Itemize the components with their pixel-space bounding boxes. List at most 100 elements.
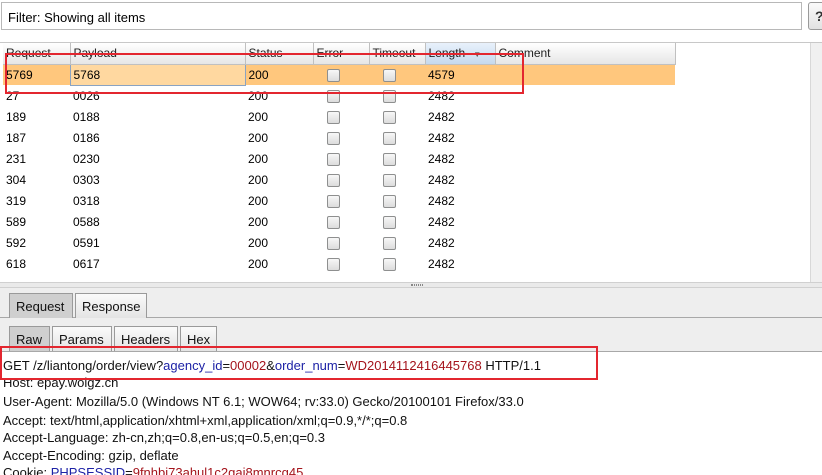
timeout-checkbox[interactable] [383,215,396,229]
timeout-checkbox[interactable] [383,257,396,271]
cell-length: 2482 [428,109,455,124]
cell-comment [495,253,675,274]
cell-timeout [369,169,425,190]
highlight-box-selected-row [5,53,524,94]
cell-length: 2482 [428,151,455,166]
cell-length: 2482 [428,193,455,208]
table-row[interactable]: 592 0591 200 2482 [3,232,675,253]
timeout-checkbox[interactable] [383,110,396,124]
error-checkbox[interactable] [327,194,340,208]
table-row[interactable]: 231 0230 200 2482 [3,148,675,169]
cell-length: 2482 [428,235,455,250]
cell-error [313,253,369,274]
cell-timeout [369,127,425,148]
cell-length: 2482 [428,130,455,145]
tab-response[interactable]: Response [75,293,147,318]
error-checkbox[interactable] [327,173,340,187]
header-accept-language: Accept-Language: zh-cn,zh;q=0.8,en-us;q=… [3,430,325,445]
cell-request: 189 [6,109,27,124]
table-row[interactable]: 304 0303 200 2482 [3,169,675,190]
table-row[interactable]: 618 0617 200 2482 [3,253,675,274]
table-row[interactable]: 589 0588 200 2482 [3,211,675,232]
error-checkbox[interactable] [327,215,340,229]
cell-error [313,211,369,232]
cell-payload: 0588 [73,214,100,229]
cell-error [313,148,369,169]
cell-error [313,106,369,127]
error-checkbox[interactable] [327,131,340,145]
tab-request[interactable]: Request [9,293,73,318]
cell-comment [495,127,675,148]
help-button[interactable]: ? [808,2,822,30]
cell-length: 2482 [428,172,455,187]
cell-comment [495,106,675,127]
cell-payload: 0188 [73,109,100,124]
error-checkbox[interactable] [327,236,340,250]
cookie-value: 9fnhbi73ahul1c2gai8mnrcg45 [132,465,304,475]
cell-error [313,169,369,190]
cookie-key: PHPSESSID [50,465,126,475]
table-row[interactable]: 187 0186 200 2482 [3,127,675,148]
cell-status: 200 [248,172,269,187]
cell-payload: 0303 [73,172,100,187]
timeout-checkbox[interactable] [383,152,396,166]
timeout-checkbox[interactable] [383,131,396,145]
table-row[interactable]: 319 0318 200 2482 [3,190,675,211]
cell-payload: 0186 [73,130,100,145]
cell-error [313,190,369,211]
cell-length: 2482 [428,214,455,229]
cell-status: 200 [248,151,269,166]
cell-request: 187 [6,130,27,145]
cell-error [313,232,369,253]
cell-comment [495,232,675,253]
timeout-checkbox[interactable] [383,236,396,250]
cell-timeout [369,190,425,211]
cell-timeout [369,148,425,169]
cookie-label: Cookie: [3,465,51,475]
cell-status: 200 [248,256,269,271]
cell-comment [495,148,675,169]
highlight-box-request-line [0,346,598,380]
table-row[interactable]: 189 0188 200 2482 [3,106,675,127]
cell-timeout [369,232,425,253]
cell-payload: 0591 [73,235,100,250]
cell-status: 200 [248,109,269,124]
error-checkbox[interactable] [327,257,340,271]
cell-request: 592 [6,235,27,250]
filter-bar[interactable]: Filter: Showing all items [1,2,802,30]
cell-comment [495,169,675,190]
header-accept-encoding: Accept-Encoding: gzip, deflate [3,448,179,463]
cell-error [313,127,369,148]
header-cookie: Cookie: PHPSESSID=9fnhbi73ahul1c2gai8mnr… [3,465,303,475]
cell-request: 304 [6,172,27,187]
cell-request: 319 [6,193,27,208]
cell-request: 231 [6,151,27,166]
cell-status: 200 [248,235,269,250]
cell-payload: 0617 [73,256,100,271]
cell-timeout [369,253,425,274]
cell-timeout [369,106,425,127]
table-empty-area [675,43,810,283]
message-tab-bar: Request Response [0,288,822,318]
timeout-checkbox[interactable] [383,194,396,208]
cell-request: 589 [6,214,27,229]
cell-payload: 0318 [73,193,100,208]
error-checkbox[interactable] [327,110,340,124]
error-checkbox[interactable] [327,152,340,166]
timeout-checkbox[interactable] [383,173,396,187]
filter-text: Filter: Showing all items [8,10,146,25]
cell-request: 618 [6,256,27,271]
splitter-grip-icon [411,284,423,286]
cookie-equals: = [125,465,133,475]
header-accept: Accept: text/html,application/xhtml+xml,… [3,413,408,428]
cell-comment [495,211,675,232]
cell-status: 200 [248,193,269,208]
header-user-agent: User-Agent: Mozilla/5.0 (Windows NT 6.1;… [3,394,524,409]
cell-timeout [369,211,425,232]
table-scrollbar[interactable] [810,43,822,283]
cell-status: 200 [248,130,269,145]
cell-payload: 0230 [73,151,100,166]
cell-status: 200 [248,214,269,229]
cell-comment [495,190,675,211]
cell-length: 2482 [428,256,455,271]
